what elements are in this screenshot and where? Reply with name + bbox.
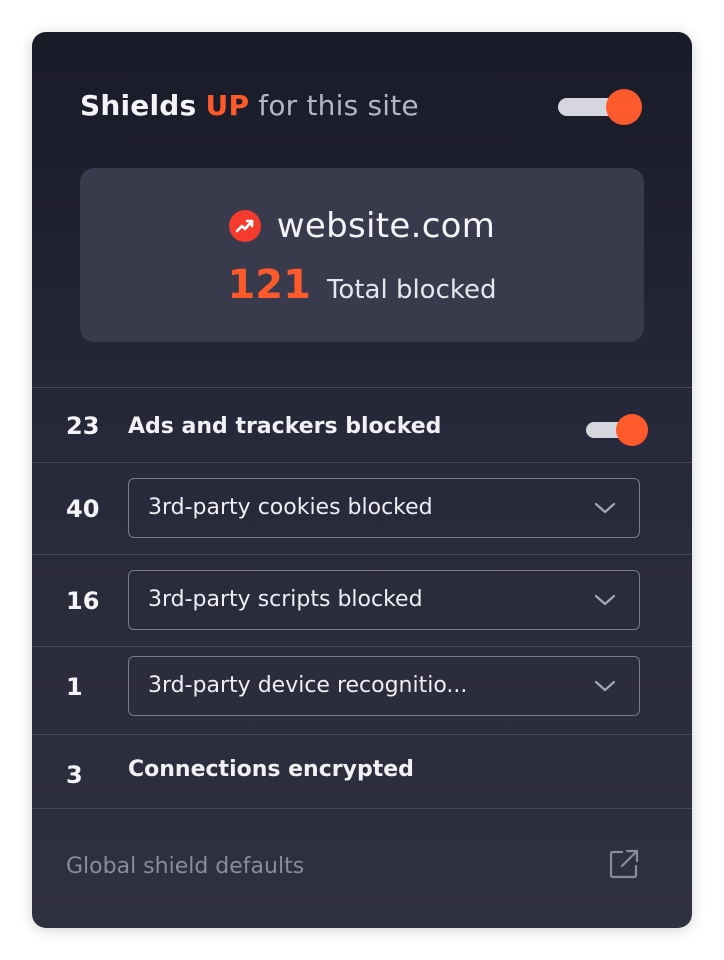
scripts-dropdown-value: 3rd-party scripts blocked	[148, 587, 423, 612]
panel-title: Shields UP for this site	[80, 88, 419, 124]
site-card: website.com 121 Total blocked	[80, 168, 644, 342]
site-name: website.com	[276, 206, 496, 246]
connections-encrypted-count: 3	[66, 761, 83, 789]
shields-toggle[interactable]	[558, 89, 642, 125]
connections-encrypted-label: Connections encrypted	[128, 757, 414, 782]
divider	[32, 808, 692, 809]
total-blocked-count: 121	[227, 262, 311, 308]
device-recognition-dropdown[interactable]: 3rd-party device recognitio...	[128, 656, 640, 716]
cookies-dropdown-value: 3rd-party cookies blocked	[148, 495, 433, 520]
scripts-count: 16	[66, 587, 100, 615]
chevron-down-icon	[594, 502, 616, 514]
row-scripts: 16 3rd-party scripts blocked	[32, 555, 692, 646]
external-link-icon[interactable]	[608, 848, 640, 880]
total-blocked-row: 121 Total blocked	[80, 262, 644, 310]
cookies-dropdown[interactable]: 3rd-party cookies blocked	[128, 478, 640, 538]
device-recognition-dropdown-value: 3rd-party device recognitio...	[148, 673, 468, 698]
chevron-down-icon	[594, 594, 616, 606]
ads-trackers-toggle[interactable]	[586, 414, 648, 446]
title-rest: for this site	[258, 89, 419, 122]
global-shield-defaults-link[interactable]: Global shield defaults	[66, 854, 304, 879]
ads-trackers-label: Ads and trackers blocked	[128, 414, 442, 439]
scripts-dropdown[interactable]: 3rd-party scripts blocked	[128, 570, 640, 630]
ads-trackers-toggle-knob	[616, 414, 648, 446]
cookies-count: 40	[66, 495, 100, 523]
ads-trackers-count: 23	[66, 412, 100, 440]
total-blocked-label: Total blocked	[326, 275, 497, 305]
shields-toggle-knob	[606, 89, 642, 125]
row-cookies: 40 3rd-party cookies blocked	[32, 463, 692, 554]
title-status: UP	[205, 89, 250, 122]
site-row: website.com	[80, 204, 644, 248]
row-connections-encrypted: 3 Connections encrypted	[32, 735, 692, 808]
brand-trend-icon	[228, 210, 261, 242]
chevron-down-icon	[594, 680, 616, 692]
row-device-recognition: 1 3rd-party device recognitio...	[32, 647, 692, 734]
shields-panel: Shields UP for this site website.com 121…	[32, 32, 692, 928]
device-recognition-count: 1	[66, 673, 83, 701]
row-ads-trackers: 23 Ads and trackers blocked	[32, 388, 692, 462]
title-shields: Shields	[80, 89, 197, 122]
